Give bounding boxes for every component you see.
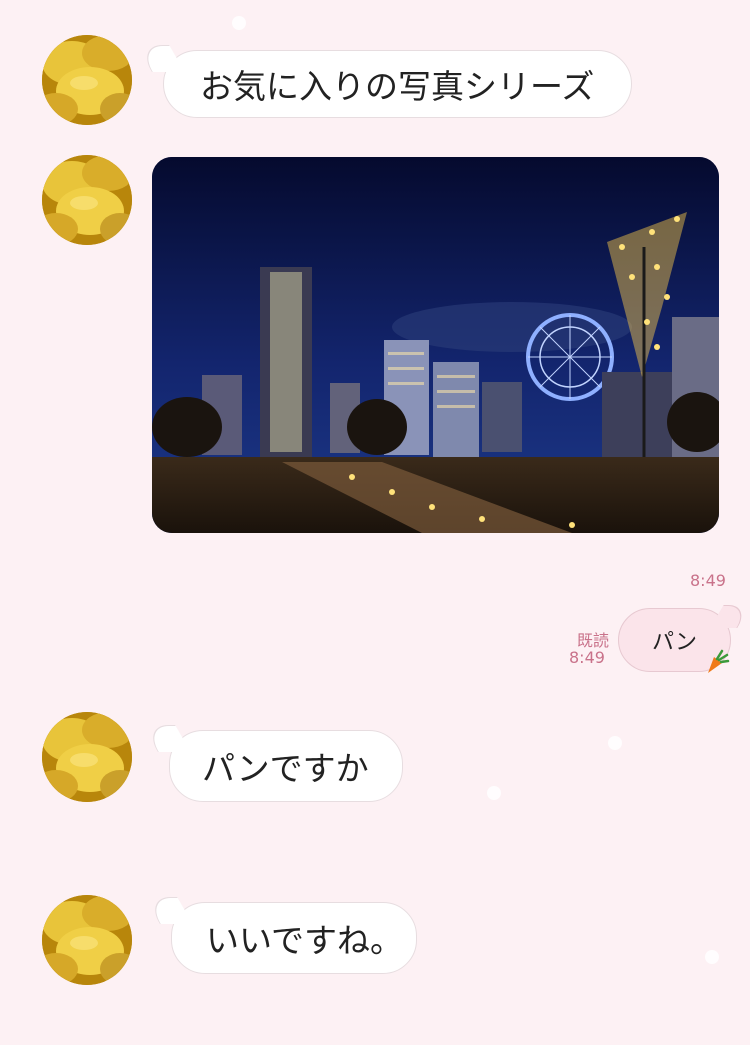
background-dot bbox=[232, 16, 246, 30]
message-bubble[interactable]: お気に入りの写真シリーズ bbox=[163, 50, 632, 118]
message-text: パン bbox=[651, 630, 698, 655]
night-city-photo bbox=[152, 157, 719, 533]
lemon-avatar-icon bbox=[42, 712, 132, 802]
avatar[interactable] bbox=[42, 155, 132, 245]
background-dot bbox=[487, 786, 501, 800]
carrot-icon bbox=[708, 649, 730, 673]
message-text: いいですね。 bbox=[206, 921, 404, 960]
message-text: お気に入りの写真シリーズ bbox=[200, 67, 595, 106]
lemon-avatar-icon bbox=[42, 35, 132, 125]
lemon-avatar-icon bbox=[42, 155, 132, 245]
shared-photo[interactable] bbox=[152, 157, 719, 533]
background-dot bbox=[705, 950, 719, 964]
avatar[interactable] bbox=[42, 35, 132, 125]
timestamp: 8:49 bbox=[690, 571, 726, 590]
message-bubble[interactable]: いいですね。 bbox=[171, 902, 417, 974]
message-bubble[interactable]: パンですか bbox=[169, 730, 403, 802]
message-text: パンですか bbox=[202, 749, 369, 788]
avatar[interactable] bbox=[42, 712, 132, 802]
timestamp: 8:49 bbox=[569, 648, 605, 667]
lemon-avatar-icon bbox=[42, 895, 132, 985]
background-dot bbox=[608, 736, 622, 750]
avatar[interactable] bbox=[42, 895, 132, 985]
